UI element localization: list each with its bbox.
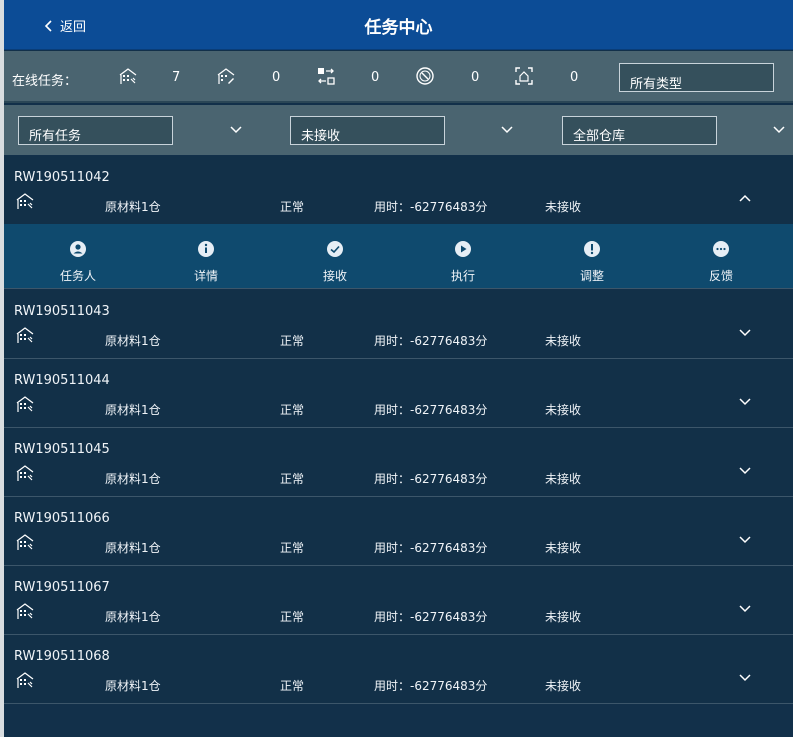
page-title: 任务中心 [364, 18, 433, 38]
chevron-down-icon[interactable] [772, 123, 786, 137]
person-icon [69, 240, 87, 258]
task-status: 未接收 [545, 541, 582, 555]
transfer-icon[interactable] [316, 66, 336, 86]
adjust-action[interactable]: 调整 [552, 240, 632, 284]
task-material: 原材料1仓 [105, 679, 161, 693]
online-tasks-label: 在线任务： [12, 74, 78, 89]
warehouse-icon [15, 670, 35, 690]
play-icon [454, 240, 472, 258]
task-filter-select[interactable]: 所有任务 [18, 116, 173, 145]
task-row[interactable]: RW190511066 原材料1仓 正常 用时：-62776483分 未接收 [4, 497, 793, 566]
task-time: 用时：-62776483分 [374, 541, 488, 555]
task-status: 未接收 [545, 200, 582, 214]
task-material: 原材料1仓 [105, 610, 161, 624]
chevron-down-icon[interactable] [737, 394, 753, 410]
details-action[interactable]: 详情 [166, 240, 246, 284]
task-code: RW190511043 [14, 304, 110, 319]
warehouse-icon [15, 191, 35, 211]
task-state: 正常 [280, 334, 305, 348]
task-code: RW190511068 [14, 649, 110, 664]
cancelled-count: 0 [471, 70, 480, 85]
chevron-up-icon[interactable] [737, 190, 753, 206]
task-time: 用时：-62776483分 [374, 200, 488, 214]
info-icon [197, 240, 215, 258]
app-header: 返回 任务中心 [4, 0, 793, 50]
task-row[interactable]: RW190511068 原材料1仓 正常 用时：-62776483分 未接收 [4, 635, 793, 704]
warehouse-edit-count: 0 [272, 70, 281, 85]
warehouse-icon [15, 394, 35, 414]
task-status: 未接收 [545, 403, 582, 417]
status-filter-select[interactable]: 未接收 [290, 116, 445, 145]
receive-label: 接收 [322, 269, 347, 283]
scan-icon[interactable] [514, 66, 534, 86]
feedback-action[interactable]: 反馈 [681, 240, 761, 284]
chevron-down-icon[interactable] [737, 670, 753, 686]
details-label: 详情 [193, 269, 218, 283]
chevron-down-icon[interactable] [737, 463, 753, 479]
warehouse-count: 7 [172, 70, 181, 85]
warehouse-icon [15, 532, 35, 552]
task-code: RW190511042 [14, 170, 110, 185]
feedback-label: 反馈 [708, 269, 733, 283]
task-material: 原材料1仓 [105, 541, 161, 555]
check-icon [326, 240, 344, 258]
chat-icon [712, 240, 730, 258]
task-status: 未接收 [545, 679, 582, 693]
task-state: 正常 [280, 679, 305, 693]
chevron-down-icon[interactable] [737, 325, 753, 341]
adjust-label: 调整 [579, 269, 604, 283]
task-status: 未接收 [545, 610, 582, 624]
task-material: 原材料1仓 [105, 403, 161, 417]
assignee-action[interactable]: 任务人 [38, 240, 118, 284]
task-code: RW190511067 [14, 580, 110, 595]
task-material: 原材料1仓 [105, 472, 161, 486]
chevron-down-icon[interactable] [500, 123, 514, 137]
task-time: 用时：-62776483分 [374, 679, 488, 693]
task-time: 用时：-62776483分 [374, 403, 488, 417]
warehouse-icon [15, 325, 35, 345]
task-code: RW190511066 [14, 511, 110, 526]
task-state: 正常 [280, 541, 305, 555]
scan-count: 0 [570, 70, 579, 85]
task-status: 未接收 [545, 334, 582, 348]
chevron-down-icon[interactable] [737, 532, 753, 548]
task-state: 正常 [280, 403, 305, 417]
task-time: 用时：-62776483分 [374, 610, 488, 624]
task-material: 原材料1仓 [105, 334, 161, 348]
warehouse-icon[interactable] [118, 66, 138, 86]
assignee-label: 任务人 [59, 269, 96, 283]
task-state: 正常 [280, 610, 305, 624]
task-material: 原材料1仓 [105, 200, 161, 214]
task-state: 正常 [280, 472, 305, 486]
task-row[interactable]: RW190511042 原材料1仓 正常 用时：-62776483分 未接收 [4, 156, 793, 225]
warehouse-edit-icon[interactable] [216, 66, 236, 86]
transfer-count: 0 [371, 70, 380, 85]
warehouse-filter-select[interactable]: 全部仓库 [562, 116, 717, 145]
task-row[interactable]: RW190511067 原材料1仓 正常 用时：-62776483分 未接收 [4, 566, 793, 635]
task-row[interactable]: RW190511043 原材料1仓 正常 用时：-62776483分 未接收 [4, 290, 793, 359]
cancelled-icon[interactable] [415, 66, 435, 86]
chevron-down-icon[interactable] [229, 123, 243, 137]
task-time: 用时：-62776483分 [374, 334, 488, 348]
task-status: 未接收 [545, 472, 582, 486]
task-row[interactable]: RW190511045 原材料1仓 正常 用时：-62776483分 未接收 [4, 428, 793, 497]
type-filter-select[interactable]: 所有类型 [619, 63, 774, 92]
task-action-bar: 任务人 详情 接收 执行 调整 反馈 [4, 224, 793, 289]
warehouse-icon [15, 601, 35, 621]
task-time: 用时：-62776483分 [374, 472, 488, 486]
execute-label: 执行 [450, 269, 475, 283]
task-state: 正常 [280, 200, 305, 214]
task-row[interactable]: RW190511044 原材料1仓 正常 用时：-62776483分 未接收 [4, 359, 793, 428]
chevron-down-icon[interactable] [737, 601, 753, 617]
warehouse-icon [15, 463, 35, 483]
receive-action[interactable]: 接收 [295, 240, 375, 284]
filter-bar: 所有任务 未接收 全部仓库 [4, 105, 793, 155]
execute-action[interactable]: 执行 [423, 240, 503, 284]
task-code: RW190511044 [14, 373, 110, 388]
alert-icon [583, 240, 601, 258]
online-task-stats: 在线任务： 7 0 0 0 0 所有类型 [4, 51, 793, 103]
task-code: RW190511045 [14, 442, 110, 457]
